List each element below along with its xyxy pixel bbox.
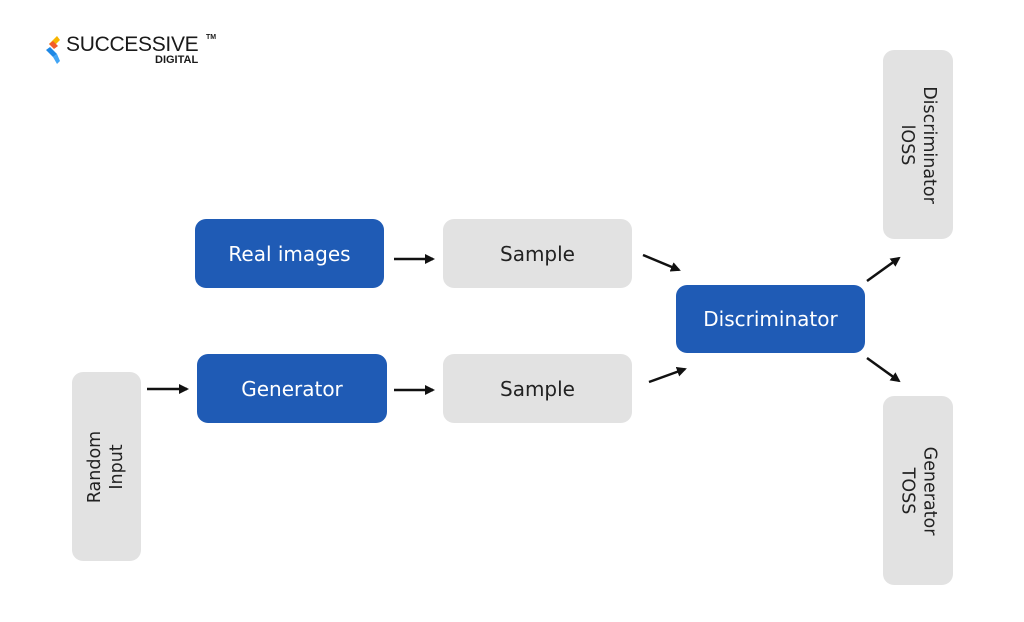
arrow-sample-real-to-discriminator bbox=[642, 253, 681, 272]
arrow-discriminator-to-generator-loss bbox=[866, 356, 901, 383]
arrow-sample-fake-to-discriminator bbox=[648, 367, 687, 384]
edges-layer bbox=[147, 253, 901, 395]
arrow-discriminator-to-discriminator-loss bbox=[866, 256, 901, 283]
